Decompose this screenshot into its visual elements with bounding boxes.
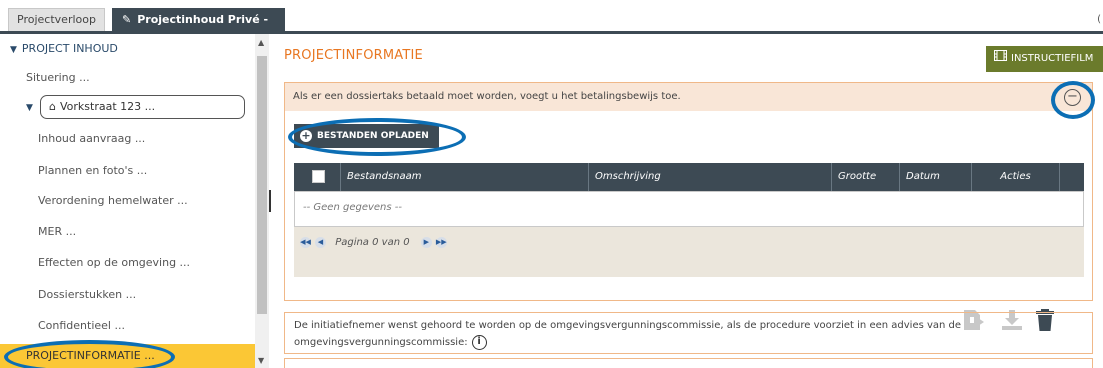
- dossiertaks-banner: Als er een dossiertaks betaald moet word…: [285, 83, 1092, 111]
- pencil-icon: ✎: [122, 13, 132, 26]
- sidebar: ▼ PROJECT INHOUD Situering ... ▼ ⌂ Vorkstr…: [0, 34, 255, 368]
- info-icon[interactable]: i: [471, 334, 487, 350]
- column-header-bestandsnaam[interactable]: Bestandsnaam: [340, 163, 588, 191]
- annotation-circle: [1051, 81, 1095, 119]
- column-header-datum[interactable]: Datum: [899, 163, 971, 191]
- next-panel: [284, 358, 1093, 368]
- instructiefilm-label: INSTRUCTIEFILM: [1011, 53, 1094, 64]
- column-header-omschrijving[interactable]: Omschrijving: [588, 163, 831, 191]
- scroll-up-icon[interactable]: ▲: [258, 38, 264, 47]
- tab-projectinhoud[interactable]: ✎Projectinhoud Privé - V1: [112, 8, 285, 50]
- expand-arrow-icon[interactable]: ▼: [26, 103, 33, 113]
- grid-header: Bestandsnaam Omschrijving Grootte Datum …: [294, 163, 1084, 191]
- sidebar-item-project-inhoud[interactable]: ▼ PROJECT INHOUD: [10, 39, 118, 59]
- scroll-down-icon[interactable]: ▼: [258, 356, 264, 365]
- hoorzitting-panel: De initiatiefnemer wenst gehoord te word…: [284, 312, 1093, 354]
- hoorzitting-text: De initiatiefnemer wenst gehoord te word…: [294, 320, 962, 348]
- files-grid: Bestandsnaam Omschrijving Grootte Datum …: [294, 163, 1084, 277]
- sidebar-item-vorkstraat[interactable]: ⌂ Vorkstraat 123 ...: [40, 95, 245, 119]
- tab-projectverloop[interactable]: Projectverloop: [8, 8, 105, 31]
- sidebar-item-inhoud-aanvraag[interactable]: Inhoud aanvraag ...: [38, 129, 145, 149]
- annotation-circle: [288, 118, 466, 156]
- annotation-circle: [4, 340, 175, 368]
- sidebar-item-plannen-fotos[interactable]: Plannen en foto's ...: [38, 161, 147, 181]
- select-all-checkbox[interactable]: [312, 170, 325, 183]
- first-page-icon[interactable]: ◀◀: [300, 236, 311, 248]
- column-header-spacer: [1059, 163, 1084, 191]
- window-edge-glyph: (: [1097, 14, 1101, 25]
- pager-text: Pagina 0 van 0: [335, 237, 410, 248]
- sidebar-item-verordening[interactable]: Verordening hemelwater ...: [38, 191, 188, 211]
- scrollbar-thumb[interactable]: [257, 56, 267, 314]
- pane-splitter[interactable]: [269, 190, 271, 212]
- tab-bar: Projectverloop ✎Projectinhoud Privé - V1…: [0, 0, 1103, 50]
- no-data-text: -- Geen gegevens --: [303, 202, 402, 213]
- dossiertaks-panel: Als er een dossiertaks betaald moet word…: [284, 81, 1095, 331]
- hoorzitting-question: De initiatiefnemer wenst gehoord te word…: [294, 317, 994, 351]
- sidebar-scrollbar[interactable]: ▲ ▼: [255, 34, 269, 368]
- sidebar-item-dossierstukken[interactable]: Dossierstukken ...: [38, 285, 136, 305]
- sidebar-item-label: Vorkstraat 123 ...: [59, 100, 156, 113]
- grid-body: -- Geen gegevens --: [294, 191, 1084, 227]
- sidebar-item-situering[interactable]: Situering ...: [26, 68, 90, 88]
- sidebar-item-confidentieel[interactable]: Confidentieel ...: [38, 316, 125, 336]
- home-icon: ⌂: [49, 100, 56, 113]
- expand-arrow-icon: ▼: [10, 45, 17, 55]
- next-page-icon[interactable]: ▶: [420, 236, 432, 248]
- pager: ◀◀ ◀ Pagina 0 van 0 ▶ ▶▶: [300, 235, 451, 251]
- sidebar-item-mer[interactable]: MER ...: [38, 222, 76, 242]
- column-header-acties: Acties: [971, 163, 1059, 191]
- prev-page-icon[interactable]: ◀: [315, 236, 326, 248]
- sidebar-item-label: PROJECT INHOUD: [21, 42, 118, 55]
- page-title: PROJECTINFORMATIE: [284, 48, 423, 63]
- last-page-icon[interactable]: ▶▶: [435, 236, 447, 248]
- column-header-grootte[interactable]: Grootte: [831, 163, 899, 191]
- sidebar-item-effecten[interactable]: Effecten op de omgeving ...: [38, 253, 190, 273]
- main-content: PROJECTINFORMATIE INSTRUCTIEFILM Als er …: [284, 34, 1103, 368]
- film-icon: [994, 46, 1007, 72]
- instructiefilm-button[interactable]: INSTRUCTIEFILM: [986, 46, 1103, 72]
